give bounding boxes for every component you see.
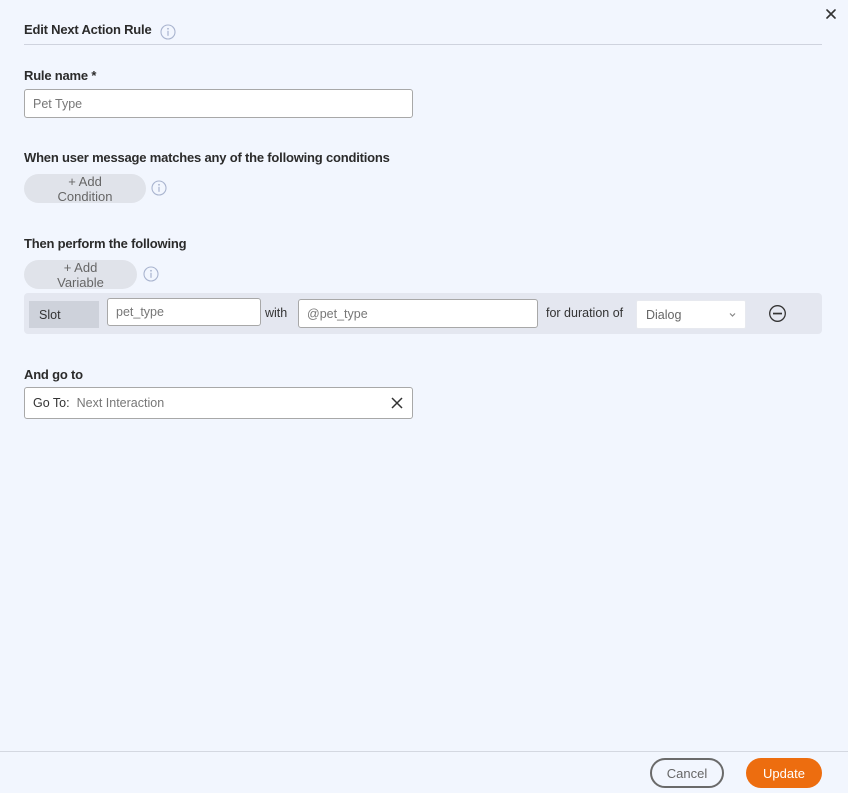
dialog-header: Edit Next Action Rule bbox=[24, 22, 822, 45]
conditions-label: When user message matches any of the fol… bbox=[24, 150, 390, 165]
info-icon[interactable] bbox=[143, 266, 159, 282]
duration-select[interactable]: Dialog bbox=[636, 300, 746, 329]
chevron-down-icon bbox=[729, 313, 736, 317]
slot-value-input[interactable] bbox=[298, 299, 538, 328]
variable-type-label: Slot bbox=[29, 301, 99, 328]
clear-icon[interactable] bbox=[390, 396, 404, 410]
variable-row: Slot with for duration of Dialog bbox=[24, 293, 822, 334]
goto-prefix: Go To: bbox=[33, 396, 70, 410]
duration-value: Dialog bbox=[646, 307, 682, 322]
goto-value: Next Interaction bbox=[76, 396, 165, 410]
update-button[interactable]: Update bbox=[746, 758, 822, 788]
close-icon bbox=[826, 9, 836, 19]
duration-label: for duration of bbox=[546, 306, 624, 320]
goto-field[interactable]: Go To: Next Interaction bbox=[24, 387, 413, 419]
add-variable-button[interactable]: + Add Variable bbox=[24, 260, 137, 290]
close-button[interactable] bbox=[822, 5, 840, 23]
actions-label: Then perform the following bbox=[24, 236, 187, 251]
rule-name-input[interactable] bbox=[24, 89, 413, 118]
footer-divider bbox=[0, 751, 848, 752]
cancel-button[interactable]: Cancel bbox=[650, 758, 724, 788]
add-condition-button[interactable]: + Add Condition bbox=[24, 174, 146, 204]
with-label: with bbox=[265, 306, 288, 320]
dialog-title: Edit Next Action Rule bbox=[24, 22, 152, 37]
slot-name-input[interactable] bbox=[107, 298, 261, 326]
goto-label: And go to bbox=[24, 367, 83, 382]
info-icon[interactable] bbox=[151, 180, 167, 196]
info-icon[interactable] bbox=[159, 24, 176, 40]
rule-name-label: Rule name * bbox=[24, 68, 97, 83]
remove-variable-icon[interactable] bbox=[768, 304, 787, 323]
